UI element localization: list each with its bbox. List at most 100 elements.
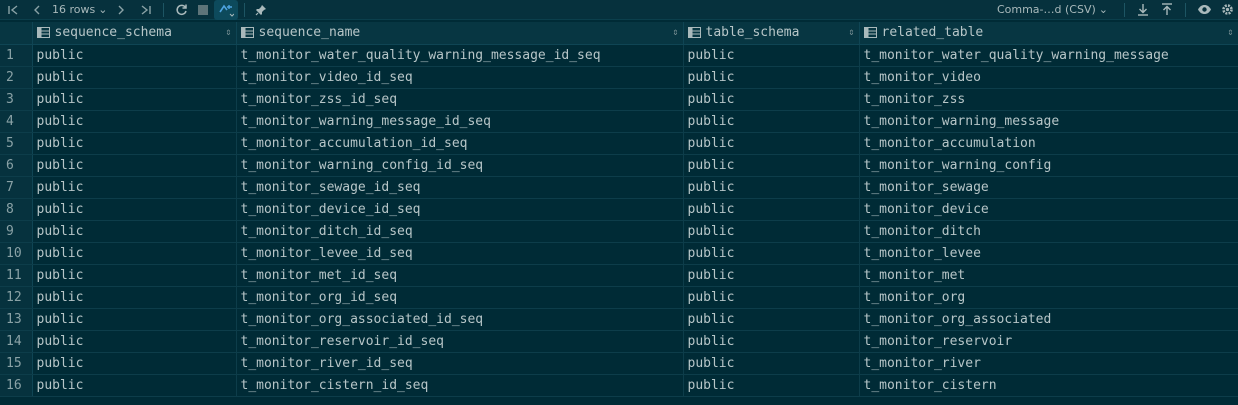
sequence-schema-cell[interactable]: public xyxy=(32,132,237,155)
table-row[interactable]: 13 public t_monitor_org_associated_id_seq p… xyxy=(0,308,1238,331)
sequence-schema-cell[interactable]: public xyxy=(32,352,237,375)
related-table-cell[interactable]: t_monitor_cistern xyxy=(859,374,1238,397)
column-header-related-table[interactable]: related_table ⇕ xyxy=(859,22,1238,45)
related-table-cell[interactable]: t_monitor_warning_message xyxy=(859,110,1238,133)
table-schema-cell[interactable]: public xyxy=(683,242,860,265)
table-schema-cell[interactable]: public xyxy=(683,374,860,397)
sequence-name-cell[interactable]: t_monitor_accumulation_id_seq xyxy=(236,132,684,155)
related-table-cell[interactable]: t_monitor_accumulation xyxy=(859,132,1238,155)
table-row[interactable]: 7 public t_monitor_sewage_id_seq public t_mo… xyxy=(0,176,1238,199)
sequence-name-cell[interactable]: t_monitor_org_associated_id_seq xyxy=(236,308,684,331)
sequence-schema-cell[interactable]: public xyxy=(32,330,237,353)
sequence-name-cell[interactable]: t_monitor_cistern_id_seq xyxy=(236,374,684,397)
sequence-schema-cell[interactable]: public xyxy=(32,66,237,89)
sequence-schema-cell[interactable]: public xyxy=(32,198,237,221)
related-table-cell[interactable]: t_monitor_device xyxy=(859,198,1238,221)
sequence-schema-cell[interactable]: public xyxy=(32,110,237,133)
table-row[interactable]: 5 public t_monitor_accumulation_id_seq publ… xyxy=(0,132,1238,155)
sequence-schema-cell[interactable]: public xyxy=(32,308,237,331)
upload-icon[interactable] xyxy=(1155,0,1179,20)
table-schema-cell[interactable]: public xyxy=(683,88,860,111)
stop-icon[interactable] xyxy=(192,0,214,20)
related-table-cell[interactable]: t_monitor_sewage xyxy=(859,176,1238,199)
sort-toggle-icon[interactable]: ⇕ xyxy=(672,27,678,38)
related-table-cell[interactable]: t_monitor_river xyxy=(859,352,1238,375)
compare-icon[interactable] xyxy=(214,0,239,20)
sequence-schema-cell[interactable]: public xyxy=(32,264,237,287)
sequence-name-cell[interactable]: t_monitor_reservoir_id_seq xyxy=(236,330,684,353)
related-table-cell[interactable]: t_monitor_org xyxy=(859,286,1238,309)
table-schema-cell[interactable]: public xyxy=(683,110,860,133)
column-header-sequence-schema[interactable]: sequence_schema ⇕ xyxy=(32,22,237,45)
sequence-name-cell[interactable]: t_monitor_warning_message_id_seq xyxy=(236,110,684,133)
sort-toggle-icon[interactable]: ⇕ xyxy=(1227,27,1233,38)
related-table-cell[interactable]: t_monitor_warning_config xyxy=(859,154,1238,177)
table-schema-cell[interactable]: public xyxy=(683,132,860,155)
related-table-cell[interactable]: t_monitor_levee xyxy=(859,242,1238,265)
related-table-cell[interactable]: t_monitor_video xyxy=(859,66,1238,89)
table-row[interactable]: 16 public t_monitor_cistern_id_seq public t_… xyxy=(0,374,1238,397)
sequence-name-cell[interactable]: t_monitor_water_quality_warning_message_… xyxy=(236,44,684,67)
sort-toggle-icon[interactable]: ⇕ xyxy=(848,27,854,38)
sequence-schema-cell[interactable]: public xyxy=(32,44,237,67)
table-schema-cell[interactable]: public xyxy=(683,176,860,199)
sequence-name-cell[interactable]: t_monitor_zss_id_seq xyxy=(236,88,684,111)
sequence-schema-cell[interactable]: public xyxy=(32,154,237,177)
sequence-name-cell[interactable]: t_monitor_levee_id_seq xyxy=(236,242,684,265)
sequence-schema-cell[interactable]: public xyxy=(32,242,237,265)
table-schema-cell[interactable]: public xyxy=(683,286,860,309)
related-table-cell[interactable]: t_monitor_water_quality_warning_message xyxy=(859,44,1238,67)
next-page-icon[interactable] xyxy=(107,0,135,20)
table-row[interactable]: 2 public t_monitor_video_id_seq public t_mon… xyxy=(0,66,1238,89)
table-row[interactable]: 4 public t_monitor_warning_message_id_seq p… xyxy=(0,110,1238,133)
sequence-name-cell[interactable]: t_monitor_river_id_seq xyxy=(236,352,684,375)
column-header-table-schema[interactable]: table_schema ⇕ xyxy=(683,22,860,45)
sequence-schema-cell[interactable]: public xyxy=(32,176,237,199)
table-schema-cell[interactable]: public xyxy=(683,220,860,243)
gear-icon[interactable] xyxy=(1216,0,1238,20)
table-row[interactable]: 8 public t_monitor_device_id_seq public t_mo… xyxy=(0,198,1238,221)
table-schema-cell[interactable]: public xyxy=(683,264,860,287)
table-schema-cell[interactable]: public xyxy=(683,66,860,89)
rows-count-dropdown[interactable]: 16 rows ⌄ xyxy=(52,3,107,16)
table-row[interactable]: 3 public t_monitor_zss_id_seq public t_monit… xyxy=(0,88,1238,111)
sequence-name-cell[interactable]: t_monitor_warning_config_id_seq xyxy=(236,154,684,177)
table-row[interactable]: 11 public t_monitor_met_id_seq public t_moni… xyxy=(0,264,1238,287)
first-page-icon[interactable] xyxy=(0,0,26,20)
table-schema-cell[interactable]: public xyxy=(683,44,860,67)
sequence-name-cell[interactable]: t_monitor_org_id_seq xyxy=(236,286,684,309)
sequence-schema-cell[interactable]: public xyxy=(32,88,237,111)
table-schema-cell[interactable]: public xyxy=(683,352,860,375)
sequence-name-cell[interactable]: t_monitor_sewage_id_seq xyxy=(236,176,684,199)
download-icon[interactable] xyxy=(1131,0,1155,20)
table-schema-cell[interactable]: public xyxy=(683,308,860,331)
refresh-icon[interactable] xyxy=(170,0,192,20)
pin-icon[interactable] xyxy=(251,0,271,20)
table-schema-cell[interactable]: public xyxy=(683,154,860,177)
related-table-cell[interactable]: t_monitor_org_associated xyxy=(859,308,1238,331)
related-table-cell[interactable]: t_monitor_zss xyxy=(859,88,1238,111)
table-row[interactable]: 9 public t_monitor_ditch_id_seq public t_mon… xyxy=(0,220,1238,243)
sort-toggle-icon[interactable]: ⇕ xyxy=(225,27,231,38)
sequence-name-cell[interactable]: t_monitor_met_id_seq xyxy=(236,264,684,287)
table-row[interactable]: 1 public t_monitor_water_quality_warning_m… xyxy=(0,44,1238,67)
eye-icon[interactable] xyxy=(1192,0,1216,20)
last-page-icon[interactable] xyxy=(135,0,157,20)
table-row[interactable]: 15 public t_monitor_river_id_seq public t_mo… xyxy=(0,352,1238,375)
sequence-schema-cell[interactable]: public xyxy=(32,286,237,309)
sequence-schema-cell[interactable]: public xyxy=(32,220,237,243)
related-table-cell[interactable]: t_monitor_reservoir xyxy=(859,330,1238,353)
table-schema-cell[interactable]: public xyxy=(683,198,860,221)
table-row[interactable]: 6 public t_monitor_warning_config_id_seq pu… xyxy=(0,154,1238,177)
table-row[interactable]: 10 public t_monitor_levee_id_seq public t_mo… xyxy=(0,242,1238,265)
table-row[interactable]: 14 public t_monitor_reservoir_id_seq public… xyxy=(0,330,1238,353)
sequence-name-cell[interactable]: t_monitor_device_id_seq xyxy=(236,198,684,221)
sequence-name-cell[interactable]: t_monitor_video_id_seq xyxy=(236,66,684,89)
prev-page-icon[interactable] xyxy=(26,0,48,20)
sequence-name-cell[interactable]: t_monitor_ditch_id_seq xyxy=(236,220,684,243)
table-row[interactable]: 12 public t_monitor_org_id_seq public t_moni… xyxy=(0,286,1238,309)
related-table-cell[interactable]: t_monitor_met xyxy=(859,264,1238,287)
table-schema-cell[interactable]: public xyxy=(683,330,860,353)
column-header-sequence-name[interactable]: sequence_name ⇕ xyxy=(236,22,684,45)
related-table-cell[interactable]: t_monitor_ditch xyxy=(859,220,1238,243)
